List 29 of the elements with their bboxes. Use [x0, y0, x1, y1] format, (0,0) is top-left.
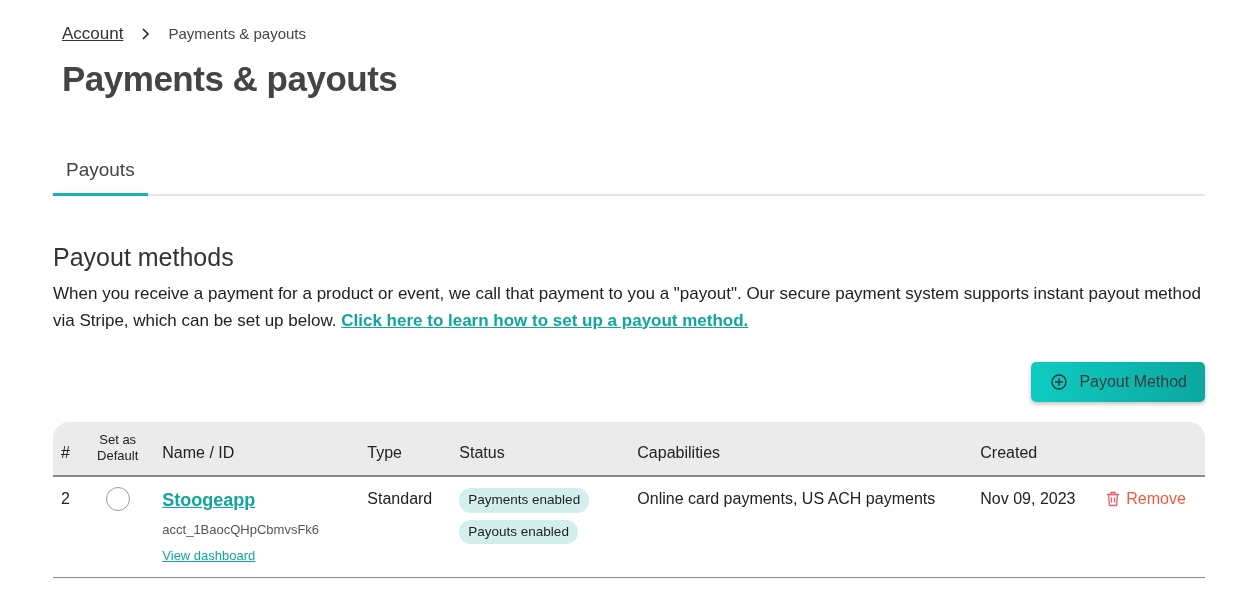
trash-icon: [1106, 491, 1121, 508]
column-header: Set as Default: [96, 431, 140, 466]
table-cell: Online card payments, US ACH payments: [637, 490, 936, 508]
radio-button[interactable]: [105, 487, 130, 512]
plus-circle-icon: [1051, 373, 1068, 390]
status-tag: Payouts enabled: [459, 519, 578, 544]
column-header: Capabilities: [637, 444, 721, 462]
description-text: When you receive a payment for a product or event, we call that payment to you a "payout". Our secure payment system supports instant payout method via Stripe, which can be set up below. Click here to learn how to set up a payout method.: [53, 282, 1202, 332]
account-name-link[interactable]: Stoogeapp: [162, 487, 256, 515]
table-cell: Standard: [367, 490, 433, 508]
account-id: acct_1BaocQHpCbmvsFk6: [162, 521, 321, 540]
column-header: Status: [459, 444, 505, 462]
page-title: Payments & payouts: [62, 58, 399, 100]
column-header: Type: [367, 444, 402, 462]
column-header: Name / ID: [162, 444, 235, 462]
remove-button[interactable]: Remove: [1106, 487, 1186, 512]
table-cell: 2: [61, 490, 70, 508]
add-payout-method-button[interactable]: Payout Method: [1031, 361, 1205, 402]
column-header: Created: [980, 444, 1038, 462]
dashboard-link[interactable]: View dashboard: [162, 545, 256, 566]
breadcrumb-link[interactable]: Account: [62, 21, 124, 47]
tab[interactable]: Payouts: [53, 150, 148, 196]
breadcrumb-current: Payments & payouts: [168, 23, 306, 44]
status-tag: Payments enabled: [459, 488, 590, 513]
chevron-icon: [141, 28, 151, 40]
help-link[interactable]: Click here to learn how to set up a payout method.: [341, 310, 749, 330]
table-cell: Nov 09, 2023: [980, 490, 1076, 508]
column-header: #: [61, 444, 70, 462]
section-heading: Payout methods: [53, 241, 235, 272]
